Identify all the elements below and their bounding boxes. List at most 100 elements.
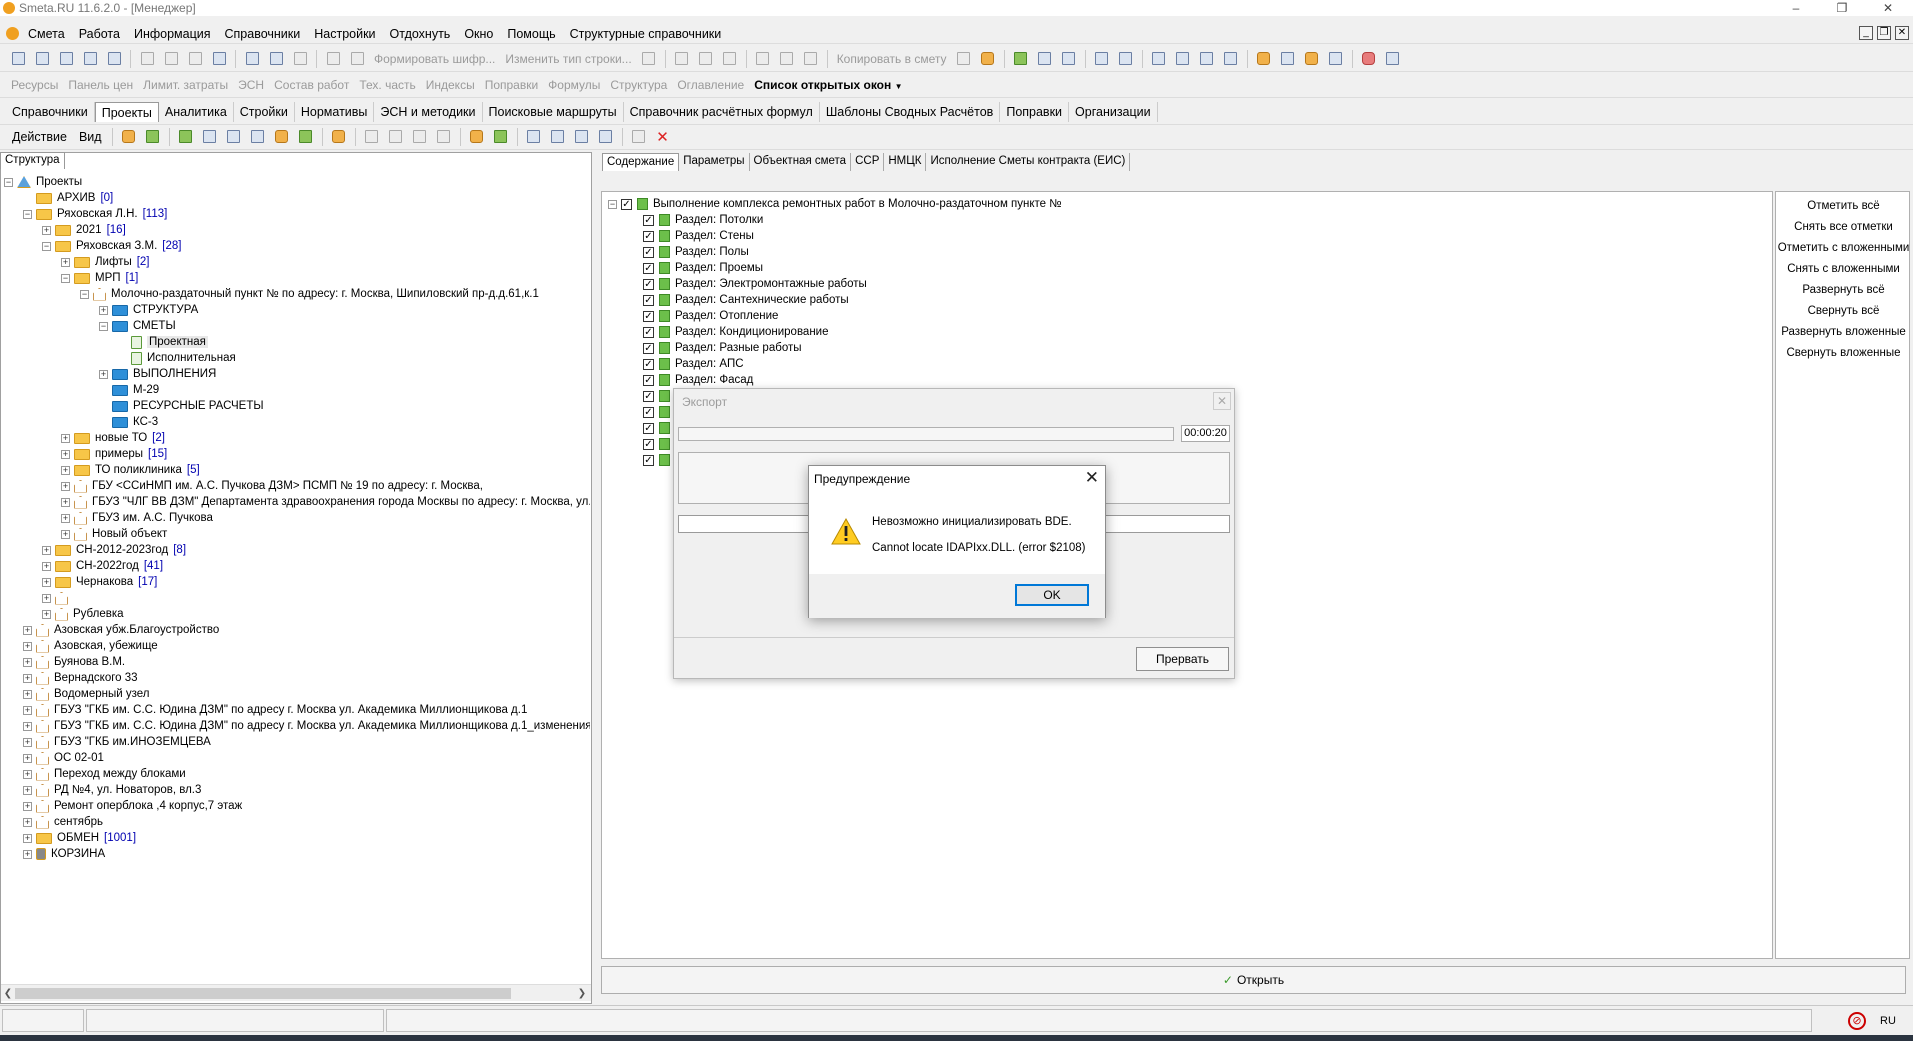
tree-node[interactable]: − СМЕТЫ xyxy=(99,318,176,334)
expand-icon[interactable]: + xyxy=(23,785,32,795)
list-up-icon[interactable] xyxy=(1197,50,1217,68)
tab-contents[interactable]: Содержание xyxy=(602,153,680,171)
close-button[interactable]: ✕ xyxy=(1865,0,1911,16)
expand-icon[interactable]: + xyxy=(42,593,51,603)
menu-settings[interactable]: Настройки xyxy=(307,27,382,41)
tree-node[interactable]: + СН-2022год [41] xyxy=(42,558,163,574)
tree-node[interactable]: + КОРЗИНА xyxy=(23,846,105,862)
tree-node[interactable]: + Переход между блоками xyxy=(23,766,186,782)
change-row-type-button[interactable]: Изменить тип строки... xyxy=(500,52,636,66)
section-checkbox[interactable]: ✓ xyxy=(643,326,654,338)
expand-icon[interactable]: + xyxy=(61,257,70,267)
expand-icon[interactable]: + xyxy=(61,433,70,443)
tree-node[interactable]: − Молочно-раздаточный пункт № по адресу: … xyxy=(80,286,539,302)
warning-close-icon[interactable]: ✕ xyxy=(1085,468,1099,488)
search-icon[interactable] xyxy=(104,50,124,68)
tree-add-icon[interactable] xyxy=(242,50,262,68)
section-checkbox[interactable]: ✓ xyxy=(621,198,632,210)
tab-corrections[interactable]: Поправки xyxy=(1000,101,1070,122)
doc1-icon[interactable] xyxy=(524,128,544,146)
tree-node[interactable]: Проектная xyxy=(118,334,208,350)
tree-node[interactable]: АРХИВ [0] xyxy=(23,190,113,206)
ref-limit-costs[interactable]: Лимит. затраты xyxy=(138,78,233,92)
expand-all-button[interactable]: Развернуть всё xyxy=(1776,284,1911,296)
collapse-icon[interactable]: − xyxy=(80,289,89,299)
group-icon[interactable] xyxy=(491,128,511,146)
ref-structure[interactable]: Структура xyxy=(605,78,672,92)
tree-node[interactable]: РЕСУРСНЫЕ РАСЧЕТЫ xyxy=(99,398,264,414)
scroll-right-icon[interactable]: ❯ xyxy=(575,985,589,1002)
copy-icon[interactable] xyxy=(777,50,797,68)
list-down-icon[interactable] xyxy=(1221,50,1241,68)
app-menu-icon[interactable] xyxy=(6,27,19,40)
build-icon[interactable] xyxy=(329,128,349,146)
section-checkbox[interactable]: ✓ xyxy=(643,438,654,450)
expand-nested-button[interactable]: Развернуть вложенные xyxy=(1776,326,1911,338)
expand-icon[interactable]: + xyxy=(61,497,70,507)
save-icon[interactable] xyxy=(137,50,157,68)
book-open-icon[interactable] xyxy=(296,128,316,146)
tree-node[interactable]: + Вернадского 33 xyxy=(23,670,138,686)
expand-icon[interactable]: + xyxy=(23,833,32,843)
language-indicator[interactable]: RU xyxy=(1880,1015,1896,1027)
tree-node[interactable]: + ГБУЗ "ЧЛГ ВВ ДЗМ" Департамента здравоох… xyxy=(61,494,590,510)
hammer-icon[interactable] xyxy=(1254,50,1274,68)
tree-node[interactable]: − Проекты xyxy=(4,174,82,190)
collapse-icon[interactable]: − xyxy=(4,177,13,187)
tree-node[interactable]: + Новый объект xyxy=(61,526,167,542)
section-checkbox[interactable]: ✓ xyxy=(643,246,654,258)
add-icon[interactable] xyxy=(32,50,52,68)
expand-icon[interactable]: + xyxy=(61,529,70,539)
folder-add-icon[interactable] xyxy=(143,128,163,146)
tree-node[interactable]: + СТРУКТУРА xyxy=(99,302,198,318)
doc3-icon[interactable] xyxy=(572,128,592,146)
doc4-icon[interactable] xyxy=(596,128,616,146)
tab-analytics[interactable]: Аналитика xyxy=(159,101,234,122)
expand-icon[interactable]: + xyxy=(23,817,32,827)
clipboard-icon[interactable] xyxy=(978,50,998,68)
scroll-thumb[interactable] xyxy=(15,988,511,999)
export-close-icon[interactable]: ✕ xyxy=(1213,392,1231,410)
menu-rest[interactable]: Отдохнуть xyxy=(383,27,458,41)
expand-icon[interactable]: + xyxy=(99,305,108,315)
delete-icon[interactable] xyxy=(639,50,659,68)
tree-node[interactable]: + Водомерный узел xyxy=(23,686,149,702)
tree-node[interactable]: + ГБУЗ "ГКБ им. С.С. Юдина ДЗМ" по адресу… xyxy=(23,718,590,734)
tab-parameters[interactable]: Параметры xyxy=(679,153,750,171)
redo-icon[interactable] xyxy=(209,50,229,68)
expand-icon[interactable]: + xyxy=(23,705,32,715)
section-checkbox[interactable]: ✓ xyxy=(643,294,654,306)
tab-references[interactable]: Справочники xyxy=(6,101,95,122)
refresh-tree-icon[interactable] xyxy=(176,128,196,146)
section-row[interactable]: ✓ xyxy=(643,404,675,420)
view-menu[interactable]: Вид xyxy=(73,127,108,147)
layers-icon[interactable] xyxy=(1383,50,1403,68)
check-nested-button[interactable]: Отметить с вложенными xyxy=(1776,242,1911,254)
filter-clear-icon[interactable] xyxy=(1116,50,1136,68)
open-windows-dropdown[interactable]: Список открытых окон ▼ xyxy=(749,78,907,92)
menu-window[interactable]: Окно xyxy=(457,27,500,41)
tree-node[interactable]: + ВЫПОЛНЕНИЯ xyxy=(99,366,216,382)
structure-tab[interactable]: Структура xyxy=(0,152,65,169)
section-row[interactable]: ✓ Раздел: Фасад xyxy=(643,372,753,388)
export-icon[interactable] xyxy=(248,128,268,146)
expand-icon[interactable]: + xyxy=(23,849,32,859)
tab-projects[interactable]: Проекты xyxy=(94,101,159,122)
arrow-up-icon[interactable] xyxy=(410,128,430,146)
tab-organizations[interactable]: Организации xyxy=(1069,101,1158,122)
tree-node[interactable]: + Лифты [2] xyxy=(61,254,150,270)
calc-icon[interactable] xyxy=(80,50,100,68)
section-row[interactable]: ✓ Раздел: Проемы xyxy=(643,260,763,276)
restore-button[interactable]: ❐ xyxy=(1819,0,1865,16)
book-icon[interactable] xyxy=(1011,50,1031,68)
section-row[interactable]: ✓ Раздел: Электромонтажные работы xyxy=(643,276,867,292)
expand-icon[interactable]: + xyxy=(99,369,108,379)
ref-contents[interactable]: Оглавление xyxy=(672,78,749,92)
form-cipher-button[interactable]: Формировать шифр... xyxy=(369,52,500,66)
expand-icon[interactable]: + xyxy=(23,769,32,779)
expand-icon[interactable]: + xyxy=(23,721,32,731)
tab-nmck[interactable]: НМЦК xyxy=(884,153,927,171)
expand-icon[interactable]: + xyxy=(42,225,51,235)
page-prev-icon[interactable] xyxy=(362,128,382,146)
tree-node[interactable]: + Ремонт оперблока ,4 корпус,7 этаж xyxy=(23,798,242,814)
